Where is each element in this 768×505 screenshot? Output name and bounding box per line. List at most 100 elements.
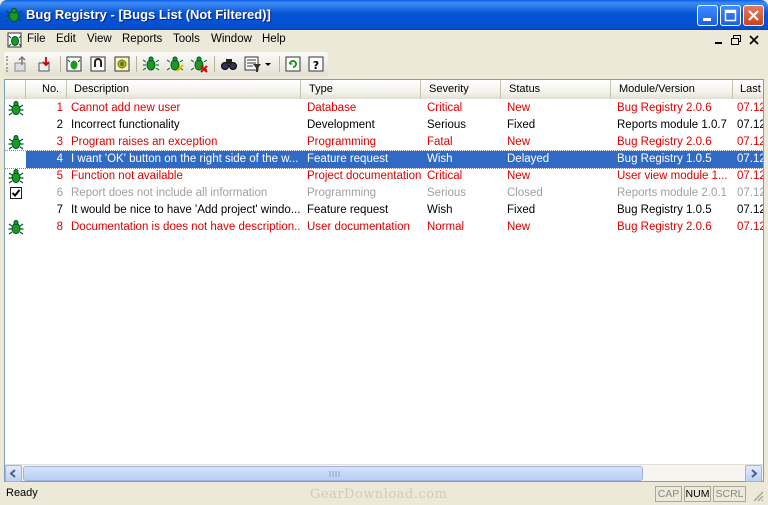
table-row[interactable]: 7 It would be nice to have 'Add project' … — [5, 202, 764, 219]
menu-bar: File Edit View Reports Tools Window Help — [0, 30, 768, 50]
minimize-icon — [715, 42, 722, 44]
edit-bug-icon[interactable] — [166, 55, 184, 73]
find-icon[interactable] — [220, 55, 238, 73]
maximize-button[interactable] — [720, 5, 741, 26]
grip-icon — [329, 471, 340, 477]
scroll-lock-indicator: SCRL — [713, 486, 746, 502]
chevron-left-icon — [9, 469, 16, 478]
cell-type: Programming — [307, 136, 377, 148]
bug-icon — [8, 169, 24, 184]
scroll-left-button[interactable] — [5, 465, 22, 482]
toolbar-separator — [279, 56, 280, 72]
cell-severity: Critical — [427, 102, 463, 114]
chevron-down-icon[interactable] — [263, 55, 273, 73]
minimize-button[interactable] — [697, 5, 718, 26]
cell-description: Report does not include all information — [71, 187, 268, 199]
column-header-status[interactable]: Status — [501, 80, 611, 99]
cell-module-version: Bug Registry 2.0.6 — [617, 102, 712, 114]
status-text: Ready — [6, 487, 38, 499]
menu-window[interactable]: Window — [211, 33, 252, 45]
menu-view[interactable]: View — [87, 33, 112, 45]
menu-tools[interactable]: Tools — [173, 33, 200, 45]
table-row[interactable]: 2 Incorrect functionality Development Serio… — [5, 117, 763, 134]
toolbar-separator — [214, 56, 215, 72]
new-bug-icon[interactable] — [142, 55, 160, 73]
cell-status: New — [507, 102, 531, 114]
column-header-module-version[interactable]: Module/Version — [611, 80, 733, 99]
table-row[interactable]: 4 I want 'OK' button on the right side of… — [5, 150, 764, 169]
cell-module-version: Bug Registry 1.0.5 — [617, 204, 712, 216]
minimize-icon — [703, 18, 711, 21]
cell-type: Programming — [307, 187, 377, 199]
cell-no: 1 — [56, 102, 63, 114]
filter-icon[interactable] — [244, 55, 262, 73]
bug-icon — [8, 220, 24, 235]
document-bug-icon[interactable] — [7, 32, 23, 48]
cell-last: 07.12 — [737, 153, 764, 165]
bug-search-icon[interactable] — [113, 55, 131, 73]
cell-severity: Wish — [427, 204, 453, 216]
cell-description: Cannot add new user — [71, 102, 181, 114]
table-row[interactable]: 5 Function not available Project documenta… — [5, 168, 763, 185]
bug-report-icon[interactable] — [65, 55, 83, 73]
svg-text:?: ? — [313, 59, 319, 72]
mdi-minimize-button[interactable] — [711, 33, 727, 47]
help-icon[interactable]: ? — [307, 55, 325, 73]
checkbox-icon[interactable] — [8, 185, 24, 201]
scroll-right-button[interactable] — [745, 465, 762, 482]
column-header-type[interactable]: Type — [301, 80, 421, 99]
column-header-description[interactable]: Description — [67, 80, 301, 99]
horizontal-scrollbar[interactable] — [5, 464, 763, 482]
cell-type: Development — [307, 119, 375, 131]
menu-file[interactable]: File — [27, 33, 46, 45]
watermark: GearDownload.com — [310, 487, 448, 502]
column-header-no[interactable]: No. — [26, 80, 67, 99]
cell-severity: Wish — [427, 153, 453, 165]
table-row[interactable]: 1 Cannot add new user Database Critical New B… — [5, 100, 763, 117]
title-bar[interactable]: Bug Registry - [Bugs List (Not Filtered)… — [0, 0, 768, 30]
window-title: Bug Registry - [Bugs List (Not Filtered)… — [26, 7, 271, 22]
cell-status: New — [507, 221, 531, 233]
menu-edit[interactable]: Edit — [56, 33, 76, 45]
toolbar: ? — [0, 51, 768, 77]
cell-no: 3 — [56, 136, 63, 148]
column-header-last[interactable]: Last — [733, 80, 763, 99]
scroll-thumb[interactable] — [23, 466, 643, 481]
table-row[interactable]: 3 Program raises an exception Programming F… — [5, 134, 763, 151]
close-icon — [749, 35, 759, 45]
refresh-icon[interactable] — [284, 55, 302, 73]
bug-lock-icon[interactable] — [89, 55, 107, 73]
export-icon[interactable] — [13, 55, 31, 73]
cell-status: Fixed — [507, 119, 536, 131]
delete-bug-icon[interactable] — [190, 55, 208, 73]
toolbar-grip[interactable] — [6, 56, 9, 72]
cell-no: 5 — [56, 170, 63, 182]
mdi-restore-button[interactable] — [728, 33, 744, 47]
cell-no: 4 — [56, 153, 63, 165]
menu-reports[interactable]: Reports — [122, 33, 162, 45]
table-row[interactable]: 8 Documentation is does not have descript… — [5, 219, 763, 236]
resize-grip-icon[interactable] — [751, 489, 764, 502]
import-icon[interactable] — [37, 55, 55, 73]
chevron-right-icon — [751, 469, 758, 478]
bug-icon — [8, 135, 24, 150]
list-header: No. Description Type Severity Status Mod… — [5, 80, 763, 99]
cell-module-version: User view module 1... — [617, 170, 728, 182]
cell-severity: Serious — [427, 187, 466, 199]
table-row[interactable]: 6 Report does not include all information… — [5, 185, 764, 202]
cell-description: Function not available — [71, 170, 183, 182]
cell-no: 8 — [56, 221, 63, 233]
menu-help[interactable]: Help — [262, 33, 286, 45]
close-button[interactable] — [743, 5, 764, 26]
cell-module-version: Bug Registry 2.0.6 — [617, 221, 712, 233]
cell-last: 07.12 — [737, 204, 764, 216]
cell-status: Closed — [507, 187, 543, 199]
maximize-icon — [724, 9, 737, 22]
mdi-close-button[interactable] — [746, 33, 762, 47]
column-header-severity[interactable]: Severity — [421, 80, 501, 99]
cell-last: 07.12 — [737, 187, 764, 199]
column-header-icon[interactable] — [5, 80, 26, 99]
bugs-list[interactable]: No. Description Type Severity Status Mod… — [4, 79, 764, 482]
cell-severity: Critical — [427, 170, 463, 182]
cell-severity: Serious — [427, 119, 466, 131]
